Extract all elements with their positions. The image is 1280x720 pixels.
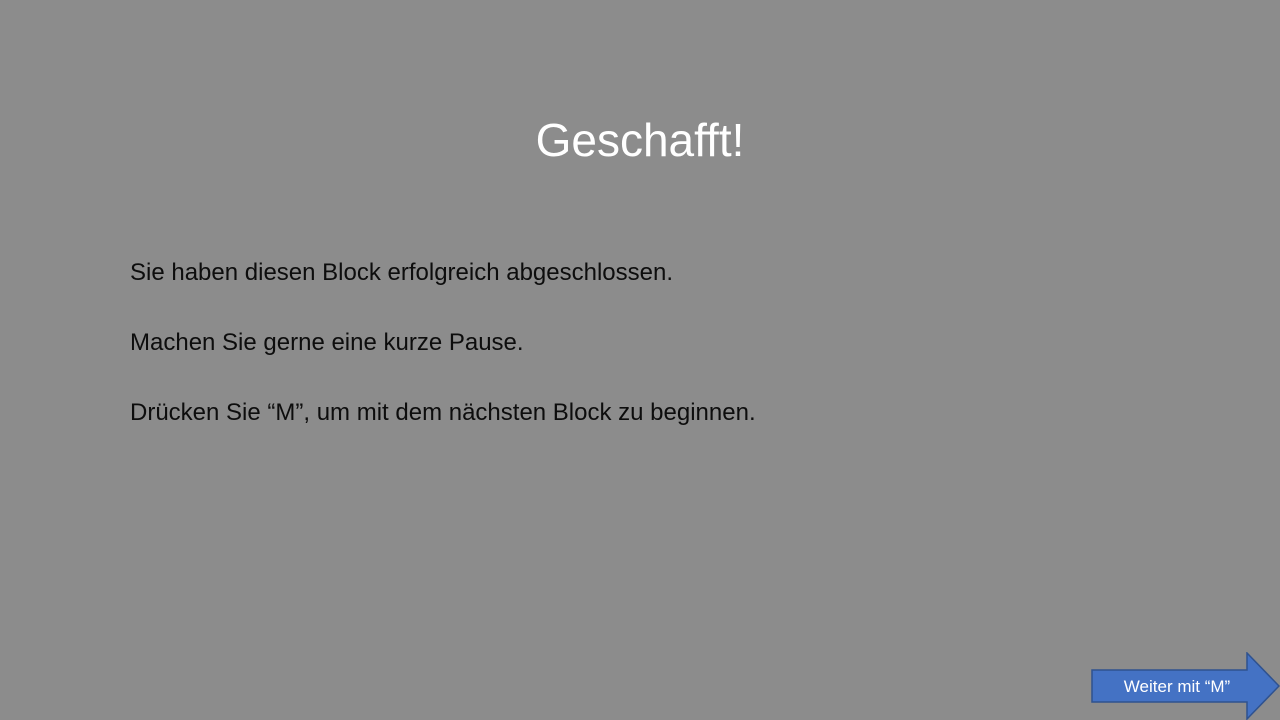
- slide-title: Geschafft!: [535, 114, 745, 166]
- next-button-label: Weiter mit “M”: [1123, 677, 1231, 696]
- continue-instruction: Drücken Sie “M”, um mit dem nächsten Blo…: [130, 399, 756, 426]
- completion-message: Sie haben diesen Block erfolgreich abges…: [130, 259, 674, 286]
- slide-body: Sie haben diesen Block erfolgreich abges…: [130, 255, 1130, 465]
- pause-message: Machen Sie gerne eine kurze Pause.: [130, 329, 524, 356]
- next-button[interactable]: Weiter mit “M”: [1091, 652, 1280, 720]
